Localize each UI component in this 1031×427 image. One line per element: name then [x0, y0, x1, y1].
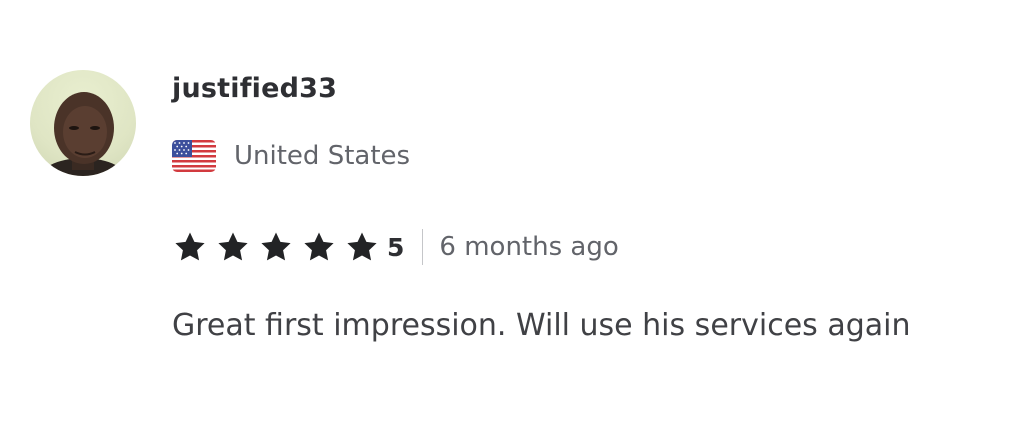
country-row: United States — [172, 138, 410, 174]
review-card: justified33 United States 5 6 months ago… — [0, 0, 1031, 427]
divider — [422, 229, 424, 265]
star-icon — [347, 232, 377, 261]
username[interactable]: justified33 — [172, 73, 337, 104]
avatar[interactable] — [30, 70, 136, 176]
star-icon — [304, 232, 334, 261]
review-time: 6 months ago — [439, 232, 619, 262]
review-text: Great first impression. Will use his ser… — [172, 308, 911, 343]
star-icon — [218, 232, 248, 261]
star-icon — [261, 232, 291, 261]
rating-value: 5 — [387, 232, 405, 262]
country-name: United States — [234, 141, 411, 171]
rating-row: 5 6 months ago — [172, 228, 619, 266]
us-flag-icon — [172, 140, 216, 172]
star-rating — [172, 230, 387, 264]
star-icon — [175, 232, 205, 261]
